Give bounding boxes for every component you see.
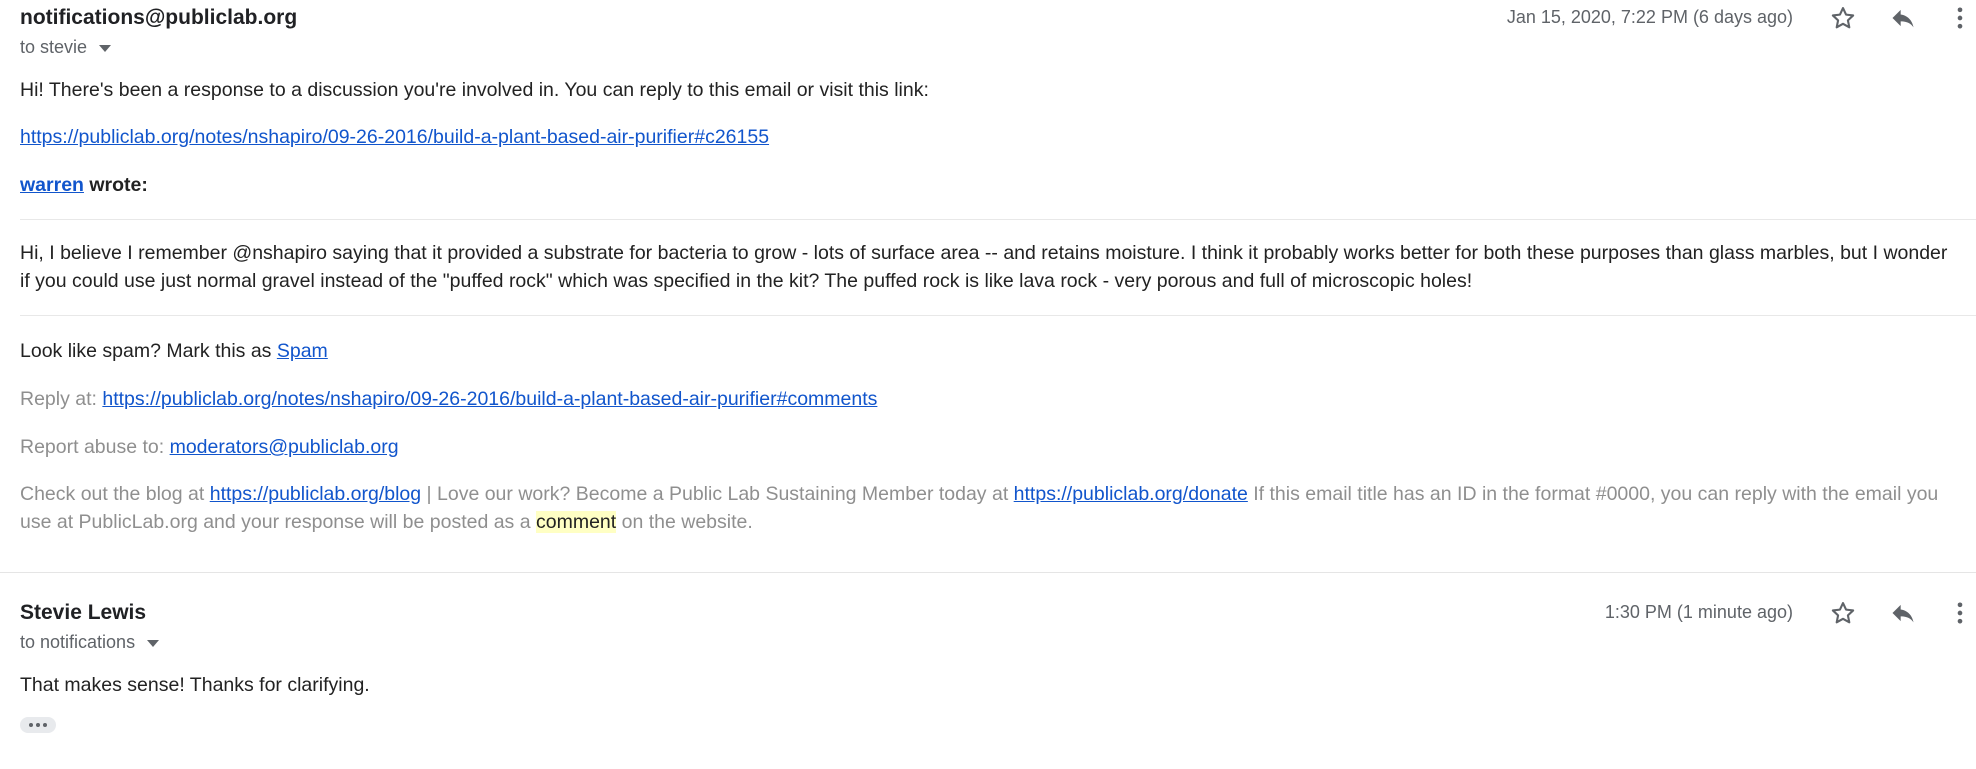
ellipsis-icon[interactable] bbox=[20, 717, 56, 733]
footer-a: Check out the blog at bbox=[20, 483, 210, 505]
footer-text: Check out the blog at https://publiclab.… bbox=[20, 480, 1956, 536]
sender-name: notifications@publiclab.org bbox=[20, 6, 298, 29]
footer-d: on the website. bbox=[616, 511, 753, 533]
wrote-text: wrote: bbox=[83, 174, 148, 196]
moderators-email-link[interactable]: moderators@publiclab.org bbox=[170, 436, 399, 458]
message-date: 1:30 PM (1 minute ago) bbox=[1604, 602, 1793, 622]
author-link[interactable]: warren bbox=[20, 174, 84, 196]
spam-prefix: Look like spam? Mark this as bbox=[20, 340, 277, 362]
reply-link[interactable]: https://publiclab.org/notes/nshapiro/09-… bbox=[102, 388, 877, 410]
caret-down-icon[interactable] bbox=[147, 640, 160, 647]
author-line: warren wrote: bbox=[20, 171, 1956, 199]
caret-down-icon[interactable] bbox=[99, 45, 112, 52]
message-date: Jan 15, 2020, 7:22 PM (6 days ago) bbox=[1506, 7, 1793, 27]
star-icon[interactable] bbox=[1823, 0, 1863, 38]
recipient-line[interactable]: to notifications bbox=[20, 632, 160, 653]
message-body: That makes sense! Thanks for clarifying. bbox=[20, 674, 370, 696]
message-notifications: notifications@publiclab.org to stevie Ja… bbox=[0, 0, 1976, 573]
quote-divider-bottom bbox=[20, 315, 1976, 316]
spam-line: Look like spam? Mark this as Spam bbox=[20, 337, 1956, 365]
quoted-comment: Hi, I believe I remember @nshapiro sayin… bbox=[20, 242, 1948, 292]
star-icon[interactable] bbox=[1823, 593, 1863, 633]
discussion-link-line: https://publiclab.org/notes/nshapiro/09-… bbox=[20, 123, 1956, 151]
reply-icon[interactable] bbox=[1883, 593, 1923, 633]
recipient-line[interactable]: to stevie bbox=[20, 37, 112, 58]
recipient-text: to notifications bbox=[20, 632, 136, 652]
quote-divider-top bbox=[20, 219, 1976, 220]
report-prefix: Report abuse to: bbox=[20, 436, 170, 458]
more-vert-icon[interactable] bbox=[1940, 0, 1976, 38]
recipient-text: to stevie bbox=[20, 37, 88, 57]
discussion-link[interactable]: https://publiclab.org/notes/nshapiro/09-… bbox=[20, 126, 769, 148]
report-abuse-line: Report abuse to: moderators@publiclab.or… bbox=[20, 433, 1956, 461]
reply-prefix: Reply at: bbox=[20, 388, 103, 410]
highlighted-term: comment bbox=[536, 511, 617, 533]
message-stevie-lewis: Stevie Lewis to notifications 1:30 PM (1… bbox=[0, 573, 1976, 769]
reply-at-line: Reply at: https://publiclab.org/notes/ns… bbox=[20, 385, 1956, 413]
sender-name: Stevie Lewis bbox=[20, 601, 147, 624]
blog-link[interactable]: https://publiclab.org/blog bbox=[210, 483, 421, 505]
footer-b: | Love our work? Become a Public Lab Sus… bbox=[421, 483, 1014, 505]
intro-text: Hi! There's been a response to a discuss… bbox=[20, 79, 929, 101]
donate-link[interactable]: https://publiclab.org/donate bbox=[1014, 483, 1248, 505]
more-vert-icon[interactable] bbox=[1940, 593, 1976, 633]
reply-icon[interactable] bbox=[1883, 0, 1923, 38]
spam-link[interactable]: Spam bbox=[277, 340, 328, 362]
